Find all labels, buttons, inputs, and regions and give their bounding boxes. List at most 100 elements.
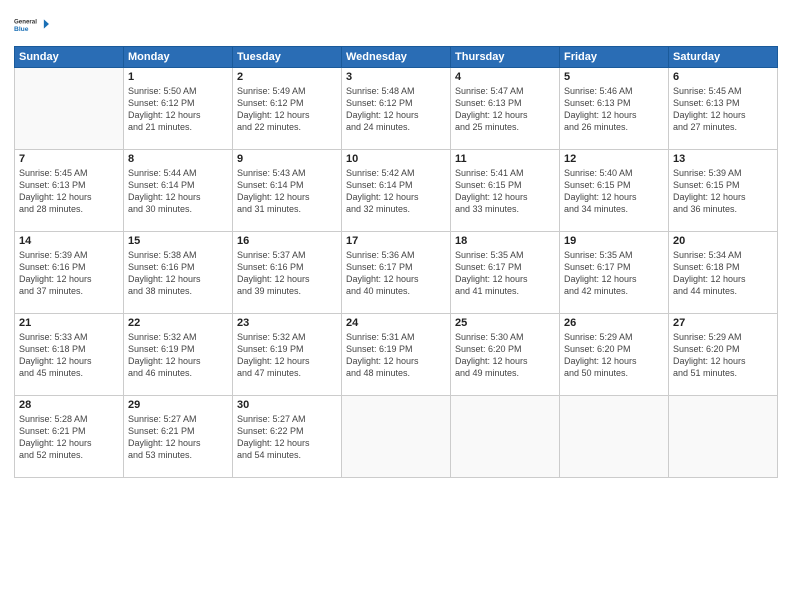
week-row-1: 1 Sunrise: 5:50 AM Sunset: 6:12 PM Daylig… — [15, 68, 778, 150]
calendar-cell: 24Sunrise: 5:31 AM Sunset: 6:19 PM Dayli… — [342, 314, 451, 396]
week-row-5: 28 Sunrise: 5:28 AM Sunset: 6:21 PM Dayli… — [15, 396, 778, 478]
day-header-row: SundayMondayTuesdayWednesdayThursdayFrid… — [15, 47, 778, 68]
day-of-week-monday: Monday — [124, 47, 233, 68]
day-number: 29 — [128, 399, 228, 411]
day-info: Sunrise: 5:39 AM Sunset: 6:16 PM Dayligh… — [19, 249, 119, 298]
day-info: Sunrise: 5:35 AM Sunset: 6:17 PM Dayligh… — [455, 249, 555, 298]
day-of-week-tuesday: Tuesday — [233, 47, 342, 68]
calendar-cell: 22 Sunrise: 5:32 AM Sunset: 6:19 PM Dayli… — [124, 314, 233, 396]
day-number: 17 — [346, 235, 446, 247]
day-number: 12 — [564, 153, 664, 165]
week-row-3: 14 Sunrise: 5:39 AM Sunset: 6:16 PM Dayli… — [15, 232, 778, 314]
calendar-cell: 23 Sunrise: 5:32 AM Sunset: 6:19 PM Dayli… — [233, 314, 342, 396]
day-number: 30 — [237, 399, 337, 411]
day-info: Sunrise: 5:38 AM Sunset: 6:16 PM Dayligh… — [128, 249, 228, 298]
calendar-cell: 17Sunrise: 5:36 AM Sunset: 6:17 PM Dayli… — [342, 232, 451, 314]
day-number: 1 — [128, 71, 228, 83]
day-info: Sunrise: 5:32 AM Sunset: 6:19 PM Dayligh… — [237, 331, 337, 380]
day-info: Sunrise: 5:32 AM Sunset: 6:19 PM Dayligh… — [128, 331, 228, 380]
calendar-cell: 5 Sunrise: 5:46 AM Sunset: 6:13 PM Daylig… — [560, 68, 669, 150]
calendar-cell: 28 Sunrise: 5:28 AM Sunset: 6:21 PM Dayli… — [15, 396, 124, 478]
day-info: Sunrise: 5:27 AM Sunset: 6:22 PM Dayligh… — [237, 413, 337, 462]
header: General Blue — [14, 10, 778, 40]
calendar-cell: 29 Sunrise: 5:27 AM Sunset: 6:21 PM Dayli… — [124, 396, 233, 478]
day-info: Sunrise: 5:42 AM Sunset: 6:14 PM Dayligh… — [346, 167, 446, 216]
day-info: Sunrise: 5:37 AM Sunset: 6:16 PM Dayligh… — [237, 249, 337, 298]
day-info: Sunrise: 5:41 AM Sunset: 6:15 PM Dayligh… — [455, 167, 555, 216]
calendar-cell: 25 Sunrise: 5:30 AM Sunset: 6:20 PM Dayli… — [451, 314, 560, 396]
day-of-week-friday: Friday — [560, 47, 669, 68]
calendar-cell: 14 Sunrise: 5:39 AM Sunset: 6:16 PM Dayli… — [15, 232, 124, 314]
day-info: Sunrise: 5:49 AM Sunset: 6:12 PM Dayligh… — [237, 85, 337, 134]
day-of-week-sunday: Sunday — [15, 47, 124, 68]
calendar: SundayMondayTuesdayWednesdayThursdayFrid… — [14, 46, 778, 478]
day-of-week-wednesday: Wednesday — [342, 47, 451, 68]
day-info: Sunrise: 5:30 AM Sunset: 6:20 PM Dayligh… — [455, 331, 555, 380]
day-number: 20 — [673, 235, 773, 247]
day-number: 3 — [346, 71, 446, 83]
calendar-cell: 21 Sunrise: 5:33 AM Sunset: 6:18 PM Dayli… — [15, 314, 124, 396]
calendar-cell: 4Sunrise: 5:47 AM Sunset: 6:13 PM Daylig… — [451, 68, 560, 150]
day-info: Sunrise: 5:43 AM Sunset: 6:14 PM Dayligh… — [237, 167, 337, 216]
day-info: Sunrise: 5:45 AM Sunset: 6:13 PM Dayligh… — [19, 167, 119, 216]
day-info: Sunrise: 5:35 AM Sunset: 6:17 PM Dayligh… — [564, 249, 664, 298]
calendar-cell: 18 Sunrise: 5:35 AM Sunset: 6:17 PM Dayli… — [451, 232, 560, 314]
calendar-cell: 27Sunrise: 5:29 AM Sunset: 6:20 PM Dayli… — [669, 314, 778, 396]
calendar-cell: 16 Sunrise: 5:37 AM Sunset: 6:16 PM Dayli… — [233, 232, 342, 314]
day-number: 28 — [19, 399, 119, 411]
calendar-cell: 1 Sunrise: 5:50 AM Sunset: 6:12 PM Daylig… — [124, 68, 233, 150]
day-number: 21 — [19, 317, 119, 329]
day-number: 16 — [237, 235, 337, 247]
calendar-cell: 13 Sunrise: 5:39 AM Sunset: 6:15 PM Dayli… — [669, 150, 778, 232]
day-number: 14 — [19, 235, 119, 247]
day-of-week-thursday: Thursday — [451, 47, 560, 68]
page: General Blue SundayMondayTuesdayWednesda… — [0, 0, 792, 612]
day-number: 15 — [128, 235, 228, 247]
day-number: 22 — [128, 317, 228, 329]
calendar-cell: 15 Sunrise: 5:38 AM Sunset: 6:16 PM Dayli… — [124, 232, 233, 314]
day-number: 11 — [455, 153, 555, 165]
calendar-cell — [451, 396, 560, 478]
day-number: 23 — [237, 317, 337, 329]
day-number: 5 — [564, 71, 664, 83]
day-info: Sunrise: 5:46 AM Sunset: 6:13 PM Dayligh… — [564, 85, 664, 134]
logo: General Blue — [14, 10, 50, 40]
day-info: Sunrise: 5:50 AM Sunset: 6:12 PM Dayligh… — [128, 85, 228, 134]
day-info: Sunrise: 5:33 AM Sunset: 6:18 PM Dayligh… — [19, 331, 119, 380]
svg-text:Blue: Blue — [14, 26, 29, 33]
day-number: 25 — [455, 317, 555, 329]
day-info: Sunrise: 5:31 AM Sunset: 6:19 PM Dayligh… — [346, 331, 446, 380]
day-number: 13 — [673, 153, 773, 165]
day-info: Sunrise: 5:47 AM Sunset: 6:13 PM Dayligh… — [455, 85, 555, 134]
calendar-cell: 12Sunrise: 5:40 AM Sunset: 6:15 PM Dayli… — [560, 150, 669, 232]
calendar-cell: 19 Sunrise: 5:35 AM Sunset: 6:17 PM Dayli… — [560, 232, 669, 314]
calendar-cell — [560, 396, 669, 478]
logo-icon: General Blue — [14, 10, 50, 40]
day-info: Sunrise: 5:29 AM Sunset: 6:20 PM Dayligh… — [673, 331, 773, 380]
calendar-cell — [342, 396, 451, 478]
day-number: 2 — [237, 71, 337, 83]
day-info: Sunrise: 5:48 AM Sunset: 6:12 PM Dayligh… — [346, 85, 446, 134]
day-number: 19 — [564, 235, 664, 247]
day-info: Sunrise: 5:39 AM Sunset: 6:15 PM Dayligh… — [673, 167, 773, 216]
day-info: Sunrise: 5:34 AM Sunset: 6:18 PM Dayligh… — [673, 249, 773, 298]
calendar-cell: 30 Sunrise: 5:27 AM Sunset: 6:22 PM Dayli… — [233, 396, 342, 478]
day-info: Sunrise: 5:28 AM Sunset: 6:21 PM Dayligh… — [19, 413, 119, 462]
day-number: 18 — [455, 235, 555, 247]
week-row-4: 21 Sunrise: 5:33 AM Sunset: 6:18 PM Dayli… — [15, 314, 778, 396]
day-number: 10 — [346, 153, 446, 165]
day-number: 8 — [128, 153, 228, 165]
day-of-week-saturday: Saturday — [669, 47, 778, 68]
calendar-cell: 3 Sunrise: 5:48 AM Sunset: 6:12 PM Daylig… — [342, 68, 451, 150]
day-number: 9 — [237, 153, 337, 165]
day-info: Sunrise: 5:44 AM Sunset: 6:14 PM Dayligh… — [128, 167, 228, 216]
calendar-cell: 9 Sunrise: 5:43 AM Sunset: 6:14 PM Daylig… — [233, 150, 342, 232]
day-info: Sunrise: 5:27 AM Sunset: 6:21 PM Dayligh… — [128, 413, 228, 462]
calendar-cell: 26Sunrise: 5:29 AM Sunset: 6:20 PM Dayli… — [560, 314, 669, 396]
calendar-cell: 8 Sunrise: 5:44 AM Sunset: 6:14 PM Daylig… — [124, 150, 233, 232]
week-row-2: 7Sunrise: 5:45 AM Sunset: 6:13 PM Daylig… — [15, 150, 778, 232]
calendar-cell: 20 Sunrise: 5:34 AM Sunset: 6:18 PM Dayli… — [669, 232, 778, 314]
day-info: Sunrise: 5:45 AM Sunset: 6:13 PM Dayligh… — [673, 85, 773, 134]
day-number: 26 — [564, 317, 664, 329]
calendar-cell: 11 Sunrise: 5:41 AM Sunset: 6:15 PM Dayli… — [451, 150, 560, 232]
